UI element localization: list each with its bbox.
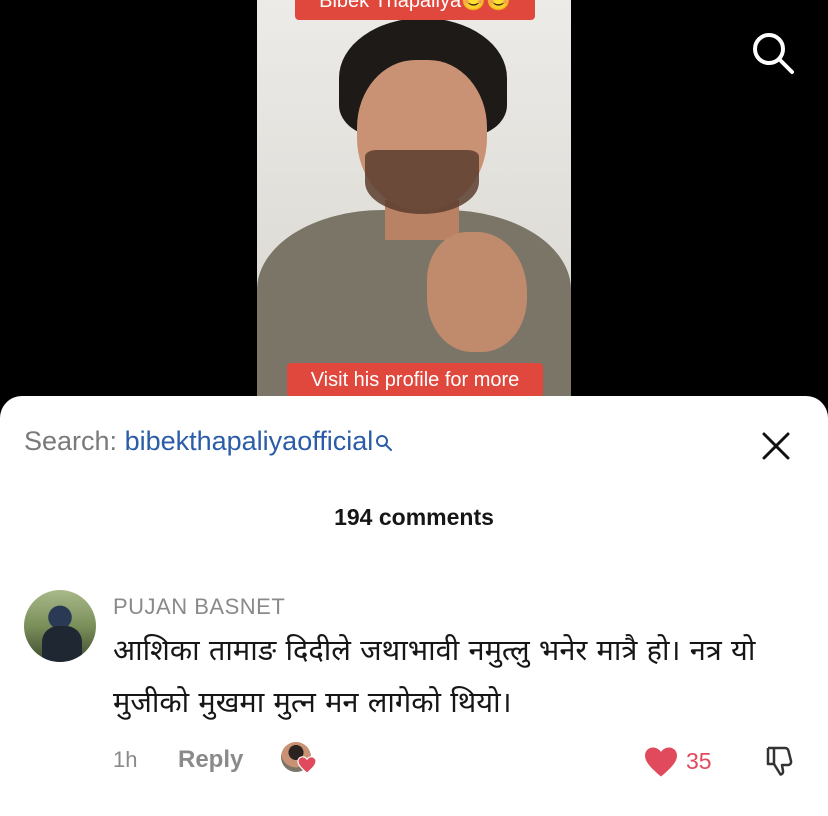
video-area[interactable]: Bibek Thapaliya😊😊 Visit his profile for … bbox=[0, 0, 828, 410]
comment-username[interactable]: PUJAN BASNET bbox=[113, 594, 285, 620]
search-icon[interactable] bbox=[375, 428, 393, 459]
like-count: 35 bbox=[686, 748, 712, 774]
search-button[interactable] bbox=[750, 30, 796, 76]
video-bottom-caption: Visit his profile for more bbox=[287, 363, 543, 397]
comment-time: 1h bbox=[113, 747, 138, 772]
avatar-figure bbox=[42, 626, 82, 662]
search-icon bbox=[753, 33, 794, 74]
video-thumbnail[interactable]: Bibek Thapaliya😊😊 Visit his profile for … bbox=[257, 0, 571, 400]
search-term-link[interactable]: bibekthapaliyaofficial bbox=[125, 426, 374, 456]
comment-text: आशिका तामाङ दिदीले जथाभावी नमुत्लु भनेर … bbox=[113, 633, 756, 719]
avatar[interactable] bbox=[24, 590, 96, 662]
person-hand bbox=[427, 232, 527, 352]
comment-meta: 1h Reply 35 bbox=[113, 742, 813, 782]
dislike-icon[interactable] bbox=[763, 744, 797, 778]
search-prefix: Search: bbox=[24, 426, 125, 456]
close-button[interactable] bbox=[760, 430, 792, 462]
close-icon bbox=[762, 432, 790, 460]
comments-count: 194 comments bbox=[334, 504, 494, 530]
like-heart-icon[interactable] bbox=[643, 746, 679, 778]
heart-icon bbox=[297, 756, 317, 774]
video-top-caption: Bibek Thapaliya😊😊 bbox=[295, 0, 535, 20]
person-beard bbox=[365, 150, 479, 214]
creator-liked-badge bbox=[281, 742, 321, 778]
comment-search-bar[interactable]: Search: bibekthapaliyaofficial bbox=[24, 426, 393, 459]
comments-sheet: Search: bibekthapaliyaofficial 194 comme… bbox=[0, 396, 828, 816]
reply-button[interactable]: Reply bbox=[178, 746, 243, 774]
